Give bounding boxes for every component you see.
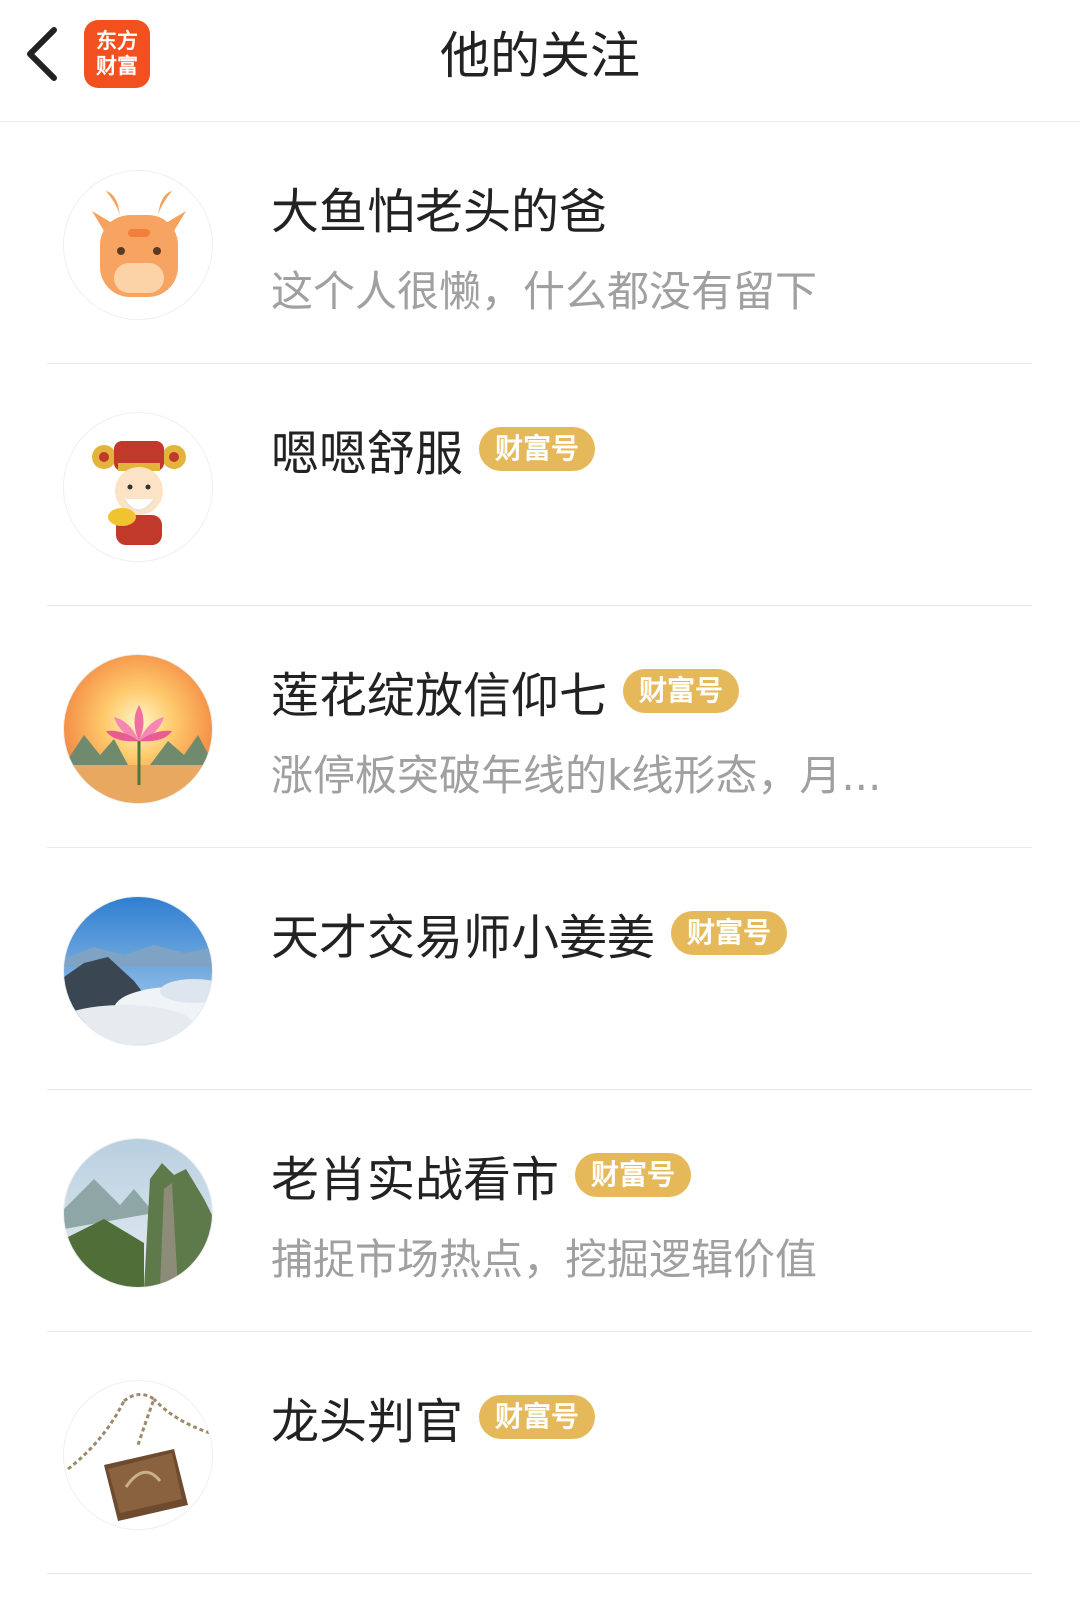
- follow-list: 大鱼怕老头的爸 这个人很懒，什么都没有留下 嗯嗯舒服 财富号 莲花绽放信仰七 财…: [0, 122, 1080, 1574]
- cow-avatar-icon: [64, 171, 212, 319]
- follow-item[interactable]: 天才交易师小姜姜 财富号: [0, 848, 1080, 1090]
- avatar[interactable]: [63, 654, 213, 804]
- name-line: 老肖实战看市 财富号: [271, 1140, 692, 1210]
- avatar[interactable]: [63, 170, 213, 320]
- user-bio: 涨停板突破年线的k线形态，月...: [271, 751, 882, 800]
- user-bio: 这个人很懒，什么都没有留下: [271, 267, 818, 316]
- wealth-account-badge: 财富号: [479, 1395, 596, 1439]
- name-line: 大鱼怕老头的爸: [271, 172, 607, 242]
- name-line: 莲花绽放信仰七 财富号: [271, 656, 740, 726]
- follow-item[interactable]: 大鱼怕老头的爸 这个人很懒，什么都没有留下: [0, 122, 1080, 364]
- wealth-account-badge: 财富号: [623, 669, 740, 713]
- user-name: 莲花绽放信仰七: [271, 668, 608, 724]
- top-bar: 东方 财富 他的关注: [0, 0, 1080, 122]
- user-name: 嗯嗯舒服: [271, 426, 464, 482]
- wealth-account-badge: 财富号: [479, 427, 596, 471]
- notebook-pendant-avatar-icon: [64, 1381, 212, 1529]
- wealth-account-badge: 财富号: [575, 1153, 692, 1197]
- avatar[interactable]: [63, 1138, 213, 1288]
- follow-item[interactable]: 莲花绽放信仰七 财富号 涨停板突破年线的k线形态，月...: [0, 606, 1080, 848]
- avatar[interactable]: [63, 1380, 213, 1530]
- sea-of-clouds-avatar-icon: [64, 897, 212, 1045]
- user-name: 老肖实战看市: [271, 1152, 560, 1208]
- name-line: 嗯嗯舒服 财富号: [271, 414, 596, 484]
- follow-item[interactable]: 嗯嗯舒服 财富号: [0, 364, 1080, 606]
- user-bio: 捕捉市场热点，挖掘逻辑价值: [271, 1235, 818, 1284]
- follow-item[interactable]: 龙头判官 财富号: [0, 1332, 1080, 1574]
- user-name: 龙头判官: [271, 1394, 464, 1450]
- divider: [47, 1573, 1032, 1574]
- god-of-wealth-avatar-icon: [64, 413, 212, 561]
- user-name: 大鱼怕老头的爸: [271, 184, 608, 240]
- user-name: 天才交易师小姜姜: [271, 910, 656, 966]
- wealth-account-badge: 财富号: [671, 911, 788, 955]
- avatar[interactable]: [63, 412, 213, 562]
- name-line: 天才交易师小姜姜 财富号: [271, 898, 788, 968]
- mountain-avatar-icon: [64, 1139, 212, 1287]
- follow-item[interactable]: 老肖实战看市 财富号 捕捉市场热点，挖掘逻辑价值: [0, 1090, 1080, 1332]
- avatar[interactable]: [63, 896, 213, 1046]
- lotus-avatar-icon: [64, 655, 212, 803]
- page-title: 他的关注: [440, 27, 640, 85]
- name-line: 龙头判官 财富号: [271, 1382, 596, 1452]
